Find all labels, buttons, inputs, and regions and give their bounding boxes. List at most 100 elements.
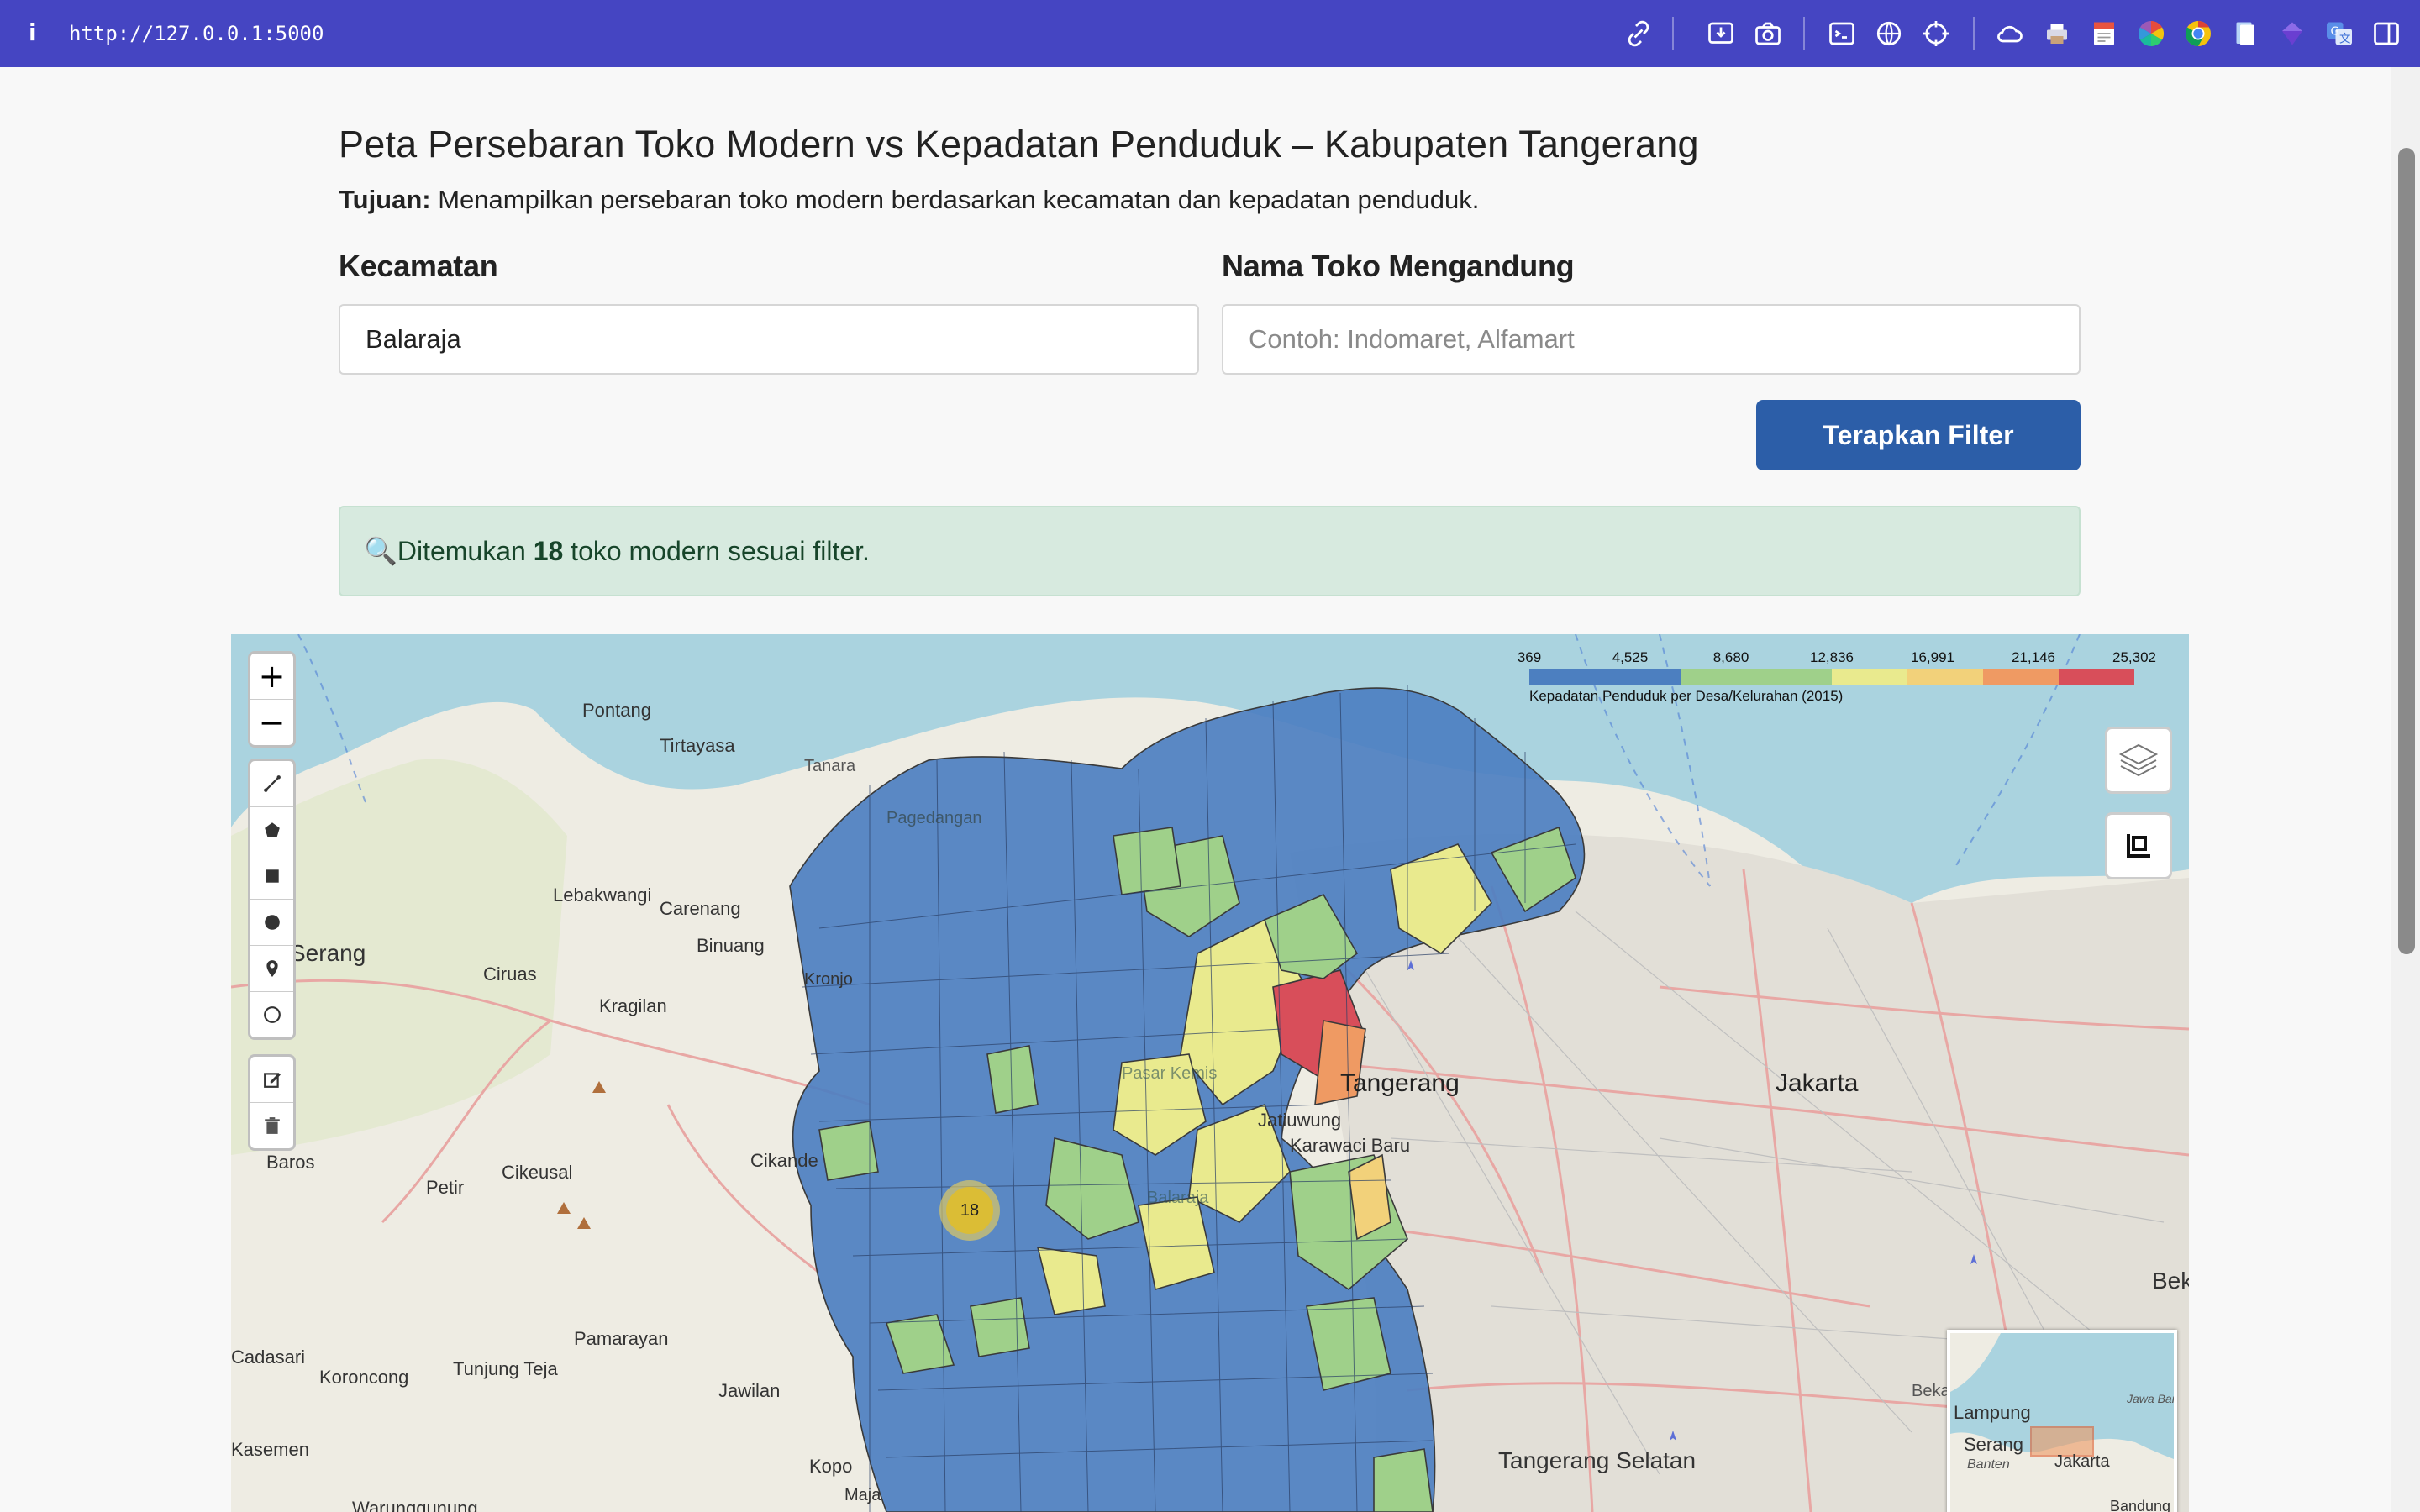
circlemarker-icon[interactable]	[250, 992, 293, 1037]
result-prefix: Ditemukan	[397, 536, 534, 566]
cloud-icon[interactable]	[1995, 18, 2025, 49]
apply-filter-button[interactable]: Terapkan Filter	[1756, 400, 2081, 470]
page-title: Peta Persebaran Toko Modern vs Kepadatan…	[339, 123, 1699, 165]
zoom-out-button[interactable]: −	[250, 700, 293, 745]
zoom-control: + −	[248, 651, 296, 748]
kecamatan-input[interactable]	[339, 304, 1199, 375]
place-label: Tirtayasa	[660, 735, 735, 756]
layers-control[interactable]	[2105, 727, 2172, 794]
minimap[interactable]: Lampung Serang Banten Jakarta Jawa Barat…	[1947, 1330, 2177, 1512]
draw-toolbar	[248, 759, 296, 1040]
scrollbar-thumb[interactable]	[2398, 148, 2415, 954]
browser-toolbar: i http://127.0.0.1:5000 G文	[0, 0, 2420, 67]
url-bar[interactable]: http://127.0.0.1:5000	[69, 22, 324, 45]
result-suffix: toko modern sesuai filter.	[563, 536, 870, 566]
minimap-label: Serang	[1964, 1434, 2023, 1455]
place-label: Jatiuwung	[1258, 1110, 1342, 1131]
note-icon[interactable]	[2089, 18, 2119, 49]
legend-swatch	[1681, 669, 1756, 685]
place-label: Pamarayan	[574, 1328, 669, 1349]
place-label: Tangerang	[1340, 1069, 1460, 1097]
globe-icon[interactable]	[1874, 18, 1904, 49]
trash-icon[interactable]	[250, 1103, 293, 1148]
result-count: 18	[533, 536, 564, 566]
legend-caption: Kepadatan Penduduk per Desa/Kelurahan (2…	[1529, 688, 1844, 704]
purpose-text: Tujuan: Menampilkan persebaran toko mode…	[339, 185, 1479, 215]
minimap-label: Banten	[1967, 1457, 2010, 1472]
map-container[interactable]: Pontang Tirtayasa Tanara Pagedangan Leba…	[231, 634, 2189, 1512]
polygon-icon[interactable]	[250, 807, 293, 853]
legend-swatch	[1756, 669, 1832, 685]
marker-icon[interactable]	[250, 946, 293, 992]
minimap-label: Lampung	[1954, 1402, 2031, 1423]
svg-text:G: G	[2331, 25, 2339, 39]
color-wheel-icon[interactable]	[2136, 18, 2166, 49]
place-label: Kronjo	[804, 970, 853, 989]
legend-color-bar	[1529, 669, 2134, 685]
place-label: Cikande	[750, 1150, 818, 1171]
place-label: Maja	[844, 1486, 881, 1504]
camera-icon[interactable]	[1753, 18, 1783, 49]
place-label: Binuang	[697, 935, 765, 956]
place-label: Karawaci Baru	[1290, 1135, 1411, 1156]
chrome-circle-icon[interactable]	[2183, 18, 2213, 49]
place-label: Kasemen	[231, 1439, 309, 1460]
polyline-icon[interactable]	[250, 761, 293, 807]
place-label: Pasar Kemis	[1122, 1064, 1218, 1083]
minimap-label: Bandung	[2110, 1498, 2171, 1512]
purple-gem-icon[interactable]	[2277, 18, 2307, 49]
edit-icon[interactable]	[250, 1057, 293, 1103]
measure-control[interactable]	[2105, 812, 2172, 879]
printer-icon[interactable]	[2042, 18, 2072, 49]
marker-cluster[interactable]: 18	[939, 1180, 1000, 1241]
place-label: Koroncong	[319, 1367, 409, 1388]
place-label: Baros	[266, 1152, 315, 1173]
ruler-icon	[2127, 834, 2150, 858]
toolbar-separator	[1672, 17, 1674, 50]
cluster-count: 18	[946, 1187, 993, 1234]
toolbar-separator	[1803, 17, 1805, 50]
place-label: Pagedangan	[886, 809, 982, 827]
legend-ticks: 369 4,525 8,680 12,836 16,991 21,146 25,…	[1517, 649, 2176, 668]
place-label: Carenang	[660, 898, 741, 919]
svg-text:文: 文	[2339, 33, 2351, 46]
place-label: Petir	[426, 1177, 465, 1198]
place-label: Tanara	[804, 757, 856, 775]
place-label: Jakarta	[1776, 1069, 1859, 1097]
place-label: Jawilan	[718, 1380, 781, 1401]
place-label: Tangerang Selatan	[1498, 1447, 1697, 1473]
legend-tick: 21,146	[2012, 649, 2055, 665]
legend-tick: 4,525	[1612, 649, 1649, 665]
legend-swatch	[1983, 669, 2059, 685]
kecamatan-label: Kecamatan	[339, 249, 498, 283]
legend-swatch	[1832, 669, 1907, 685]
translate-icon[interactable]: G文	[2324, 18, 2354, 49]
nama-toko-input[interactable]	[1222, 304, 2081, 375]
place-label: Cikeusal	[502, 1162, 573, 1183]
link-icon[interactable]	[1623, 18, 1654, 49]
download-box-icon[interactable]	[1706, 18, 1736, 49]
legend-swatch	[1605, 669, 1681, 685]
legend-tick: 369	[1517, 649, 1542, 665]
crosshair-icon[interactable]	[1921, 18, 1951, 49]
place-label: Pontang	[582, 700, 651, 721]
density-legend: 369 4,525 8,680 12,836 16,991 21,146 25,…	[1517, 649, 2176, 717]
place-label: Warunggunung	[352, 1498, 478, 1512]
toolbar-separator	[1973, 17, 1975, 50]
zoom-in-button[interactable]: +	[250, 654, 293, 700]
sidebar-icon[interactable]	[2371, 18, 2402, 49]
search-icon: 🔍	[364, 536, 397, 566]
legend-tick: 8,680	[1712, 649, 1749, 665]
place-label: Bek	[2152, 1268, 2189, 1294]
terminal-icon[interactable]	[1827, 18, 1857, 49]
info-icon[interactable]: i	[29, 18, 37, 46]
rectangle-icon[interactable]	[250, 853, 293, 900]
place-label: Balaraja	[1147, 1189, 1209, 1207]
layers-icon	[2118, 743, 2159, 777]
legend-swatch	[1529, 669, 1605, 685]
legend-tick: 25,302	[2112, 649, 2156, 665]
page-scrollbar[interactable]	[2391, 67, 2420, 1512]
circle-icon[interactable]	[250, 900, 293, 946]
document-icon[interactable]	[2230, 18, 2260, 49]
legend-swatch	[1907, 669, 1983, 685]
